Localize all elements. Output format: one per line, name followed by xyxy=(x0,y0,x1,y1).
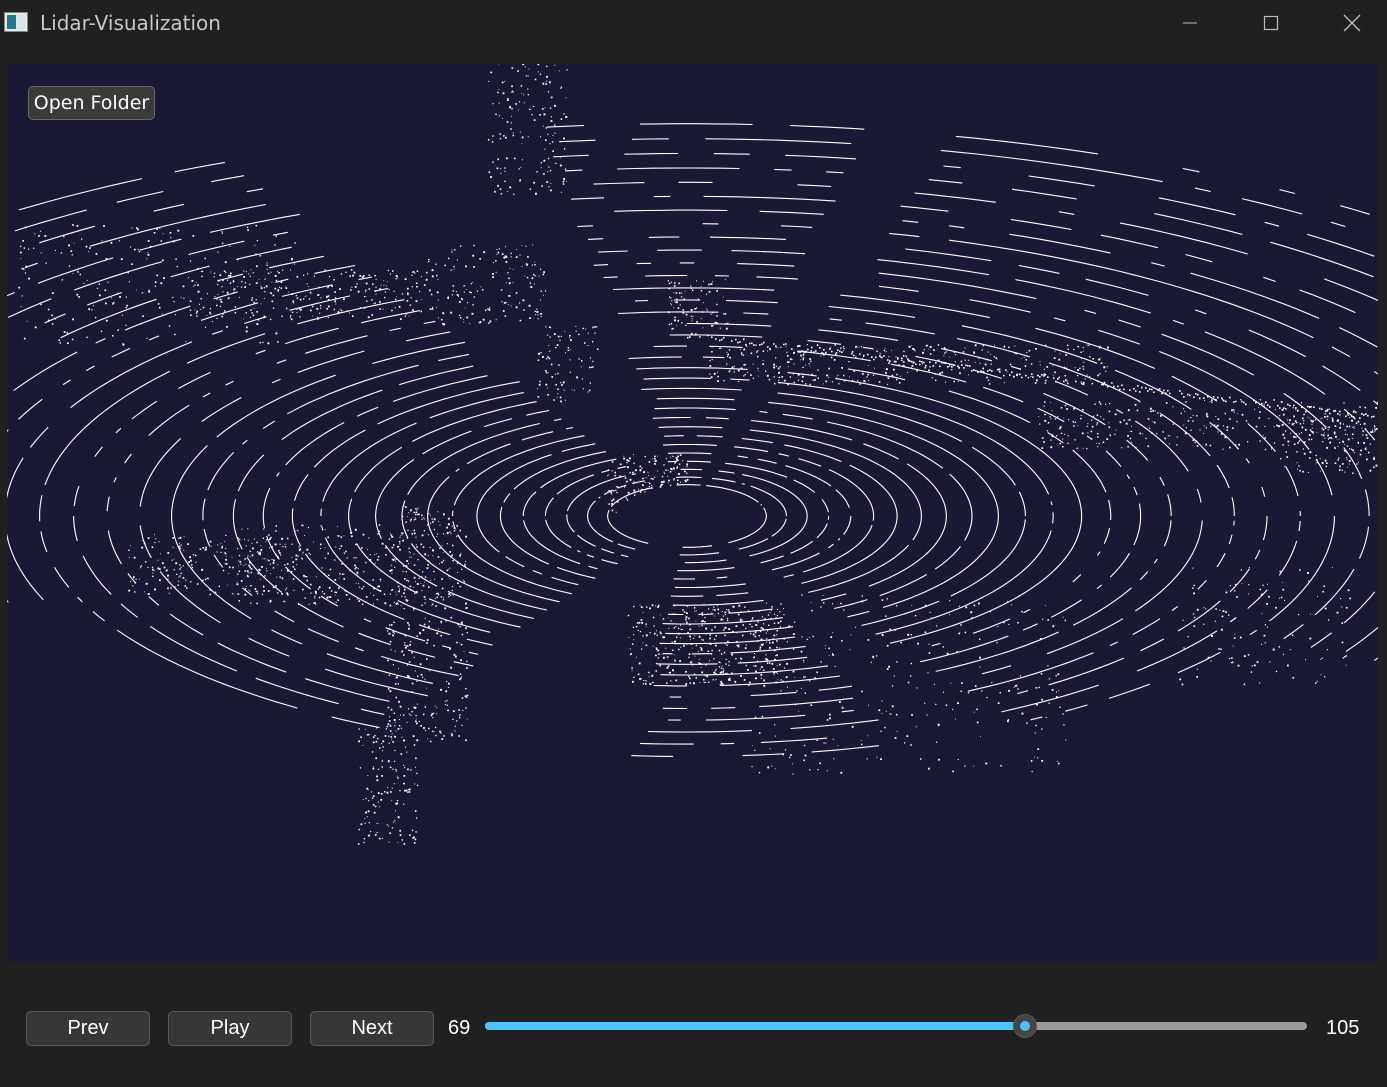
current-frame-label: 69 xyxy=(448,1017,471,1039)
app-icon xyxy=(4,12,28,32)
open-folder-button[interactable]: Open Folder xyxy=(28,86,155,120)
title-bar: Lidar-Visualization xyxy=(0,0,1387,46)
maximize-icon xyxy=(1263,15,1279,31)
minimize-button[interactable] xyxy=(1150,0,1230,46)
frame-slider-fill xyxy=(485,1022,1025,1030)
frame-slider[interactable] xyxy=(485,1014,1307,1038)
close-icon xyxy=(1343,14,1361,32)
minimize-icon xyxy=(1183,22,1197,24)
ego-vehicle-gap xyxy=(619,486,755,546)
close-button[interactable] xyxy=(1312,0,1387,46)
lidar-point-cloud xyxy=(7,64,1378,845)
prev-button[interactable]: Prev xyxy=(26,1011,150,1046)
window-title: Lidar-Visualization xyxy=(40,11,221,35)
object-points xyxy=(18,64,1378,845)
play-button[interactable]: Play xyxy=(168,1011,292,1046)
maximize-button[interactable] xyxy=(1231,0,1311,46)
next-button[interactable]: Next xyxy=(310,1011,434,1046)
point-cloud-viewport[interactable] xyxy=(7,64,1378,962)
scan-rings xyxy=(7,123,1378,757)
frame-slider-thumb[interactable] xyxy=(1013,1014,1037,1038)
total-frames-label: 105 xyxy=(1326,1017,1360,1039)
